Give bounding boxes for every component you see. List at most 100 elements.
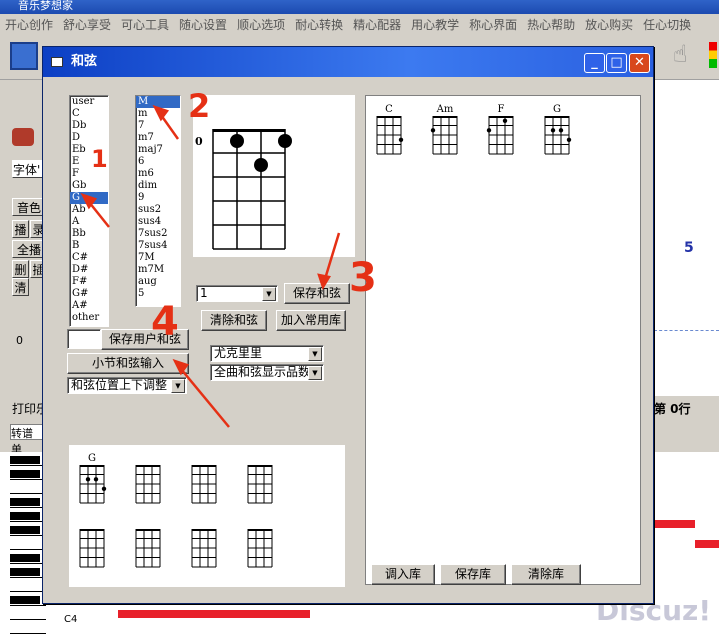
timbre-button[interactable]: 音色 <box>12 198 46 216</box>
piano-black-key[interactable] <box>10 470 40 478</box>
list-item[interactable]: G <box>70 192 108 204</box>
font-button[interactable]: 字体' <box>12 160 46 178</box>
chord-diagram[interactable] <box>133 453 163 505</box>
piano-black-key[interactable] <box>10 554 40 562</box>
menu-item[interactable]: 称心界面 <box>464 16 522 33</box>
chevron-down-icon[interactable]: ▼ <box>171 379 185 393</box>
chord-editor[interactable]: 0 <box>193 95 355 257</box>
list-item[interactable]: 6 <box>136 156 180 168</box>
clear-chord-button[interactable]: 清除和弦 <box>201 310 267 331</box>
list-item[interactable]: m6 <box>136 168 180 180</box>
piano-black-key[interactable] <box>10 512 40 520</box>
close-button[interactable]: ✕ <box>629 53 650 73</box>
chevron-down-icon[interactable]: ▼ <box>308 347 322 361</box>
menu-item[interactable]: 可心工具 <box>116 16 174 33</box>
list-item[interactable]: Db <box>70 120 108 132</box>
piano-white-key[interactable] <box>10 536 46 550</box>
list-item[interactable]: C# <box>70 252 108 264</box>
list-item[interactable]: D# <box>70 264 108 276</box>
delete-button[interactable]: 删 <box>12 260 29 278</box>
fret-display-select[interactable]: 全曲和弦显示品数 ▼ <box>210 364 324 381</box>
menu-item[interactable]: 用心教学 <box>406 16 464 33</box>
bar-chord-input-button[interactable]: 小节和弦输入 <box>67 353 189 374</box>
chord-position-select[interactable]: 和弦位置上下调整 ▼ <box>67 377 187 394</box>
list-item[interactable]: Ab <box>70 204 108 216</box>
play-button[interactable]: 播 <box>12 220 29 238</box>
list-item[interactable]: Gb <box>70 180 108 192</box>
menu-item[interactable]: 耐心转换 <box>290 16 348 33</box>
user-chord-name-input[interactable] <box>67 329 101 349</box>
list-item[interactable]: Bb <box>70 228 108 240</box>
list-item[interactable]: sus4 <box>136 216 180 228</box>
clear-library-button[interactable]: 清除库 <box>511 564 581 585</box>
chord-type-list[interactable]: Mm 7 m7 maj7 6 m6 dim 9 sus2 sus4 7sus2 7sus4 7M m7M a… <box>135 95 181 307</box>
maximize-button[interactable]: □ <box>606 53 627 73</box>
minimize-button[interactable]: _ <box>584 53 605 73</box>
menu-item[interactable]: 任心切换 <box>638 16 696 33</box>
list-item[interactable]: m7M <box>136 264 180 276</box>
piano-white-key[interactable] <box>10 480 46 494</box>
list-item[interactable]: sus2 <box>136 204 180 216</box>
note-bar[interactable] <box>695 540 719 548</box>
list-item[interactable]: m7 <box>136 132 180 144</box>
list-item[interactable]: 7 <box>136 120 180 132</box>
menu-item[interactable]: 随心设置 <box>174 16 232 33</box>
piano-white-key[interactable] <box>10 578 46 592</box>
chord-diagram[interactable]: Am <box>430 104 460 156</box>
chord-diagram[interactable] <box>245 453 275 505</box>
piano-black-key[interactable] <box>10 456 40 464</box>
note-bar[interactable] <box>655 520 695 528</box>
list-item[interactable]: F# <box>70 276 108 288</box>
list-item[interactable]: other <box>70 312 108 324</box>
drum-icon[interactable] <box>12 128 34 146</box>
list-item[interactable]: maj7 <box>136 144 180 156</box>
clear-button[interactable]: 清 <box>12 278 29 296</box>
list-item[interactable]: aug <box>136 276 180 288</box>
menu-item[interactable]: 开心创作 <box>0 16 58 33</box>
chevron-down-icon[interactable]: ▼ <box>308 366 322 380</box>
piano-black-key[interactable] <box>10 568 40 576</box>
chord-diagram[interactable] <box>189 453 219 505</box>
finger-dot[interactable] <box>278 134 292 148</box>
menu-item[interactable]: 精心配器 <box>348 16 406 33</box>
piano-black-key[interactable] <box>10 596 40 604</box>
chord-diagram[interactable]: F <box>486 104 516 156</box>
chord-diagram[interactable] <box>77 517 107 569</box>
chord-diagram[interactable] <box>189 517 219 569</box>
menu-item[interactable]: 放心购买 <box>580 16 638 33</box>
finger-dot[interactable] <box>254 158 268 172</box>
save-icon[interactable] <box>10 42 38 70</box>
piano-white-key[interactable] <box>10 606 46 620</box>
list-item[interactable]: B <box>70 240 108 252</box>
list-item[interactable]: 9 <box>136 192 180 204</box>
list-item[interactable]: 7sus2 <box>136 228 180 240</box>
hand-icon[interactable]: ☝ <box>673 40 699 70</box>
play-all-button[interactable]: 全播 <box>12 240 46 258</box>
list-item[interactable]: A# <box>70 300 108 312</box>
chord-diagram[interactable] <box>133 517 163 569</box>
list-item[interactable]: 7sus4 <box>136 240 180 252</box>
add-common-library-button[interactable]: 加入常用库 <box>276 310 346 331</box>
chord-editor-grid[interactable] <box>211 129 295 251</box>
list-item[interactable]: user <box>70 96 108 108</box>
list-item[interactable]: G# <box>70 288 108 300</box>
list-item[interactable]: C <box>70 108 108 120</box>
chord-number-select[interactable]: 1 ▼ <box>196 285 278 302</box>
piano-white-key[interactable] <box>10 620 46 634</box>
piano-black-key[interactable] <box>10 498 40 506</box>
list-item[interactable]: M <box>136 96 180 108</box>
instrument-select[interactable]: 尤克里里 ▼ <box>210 345 324 362</box>
note-bar[interactable] <box>118 610 310 618</box>
list-item[interactable]: 7M <box>136 252 180 264</box>
chord-diagram[interactable] <box>245 517 275 569</box>
menu-item[interactable]: 顺心选项 <box>232 16 290 33</box>
chord-diagram[interactable]: G <box>77 453 107 505</box>
load-library-button[interactable]: 调入库 <box>371 564 435 585</box>
save-chord-button[interactable]: 保存和弦 <box>284 283 350 304</box>
dialog-title-bar[interactable]: 和弦 <box>43 47 653 77</box>
menu-item[interactable]: 热心帮助 <box>522 16 580 33</box>
save-library-button[interactable]: 保存库 <box>440 564 506 585</box>
finger-dot[interactable] <box>230 134 244 148</box>
piano-black-key[interactable] <box>10 526 40 534</box>
chord-diagram[interactable]: C <box>374 104 404 156</box>
